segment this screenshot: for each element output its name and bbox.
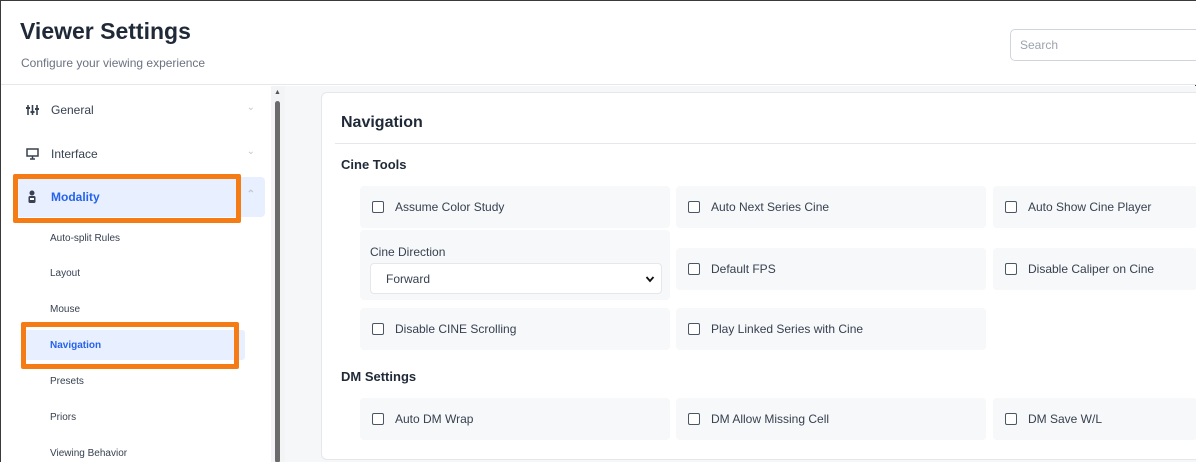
page-header: Viewer Settings Configure your viewing e… (1, 1, 1196, 85)
group-title-dm-settings: DM Settings (341, 369, 417, 384)
sidebar-subitem-viewing-behavior[interactable]: Viewing Behavior (23, 438, 245, 462)
setting-label: Disable CINE Scrolling (395, 322, 517, 336)
checkbox[interactable] (372, 201, 384, 213)
scroll-up-icon[interactable]: ▲ (274, 89, 281, 96)
chevron-down-icon: ⌄ (246, 146, 255, 157)
section-divider (335, 143, 1196, 144)
subitem-label: Layout (50, 267, 81, 279)
chevron-up-icon: ⌃ (246, 189, 255, 200)
sidebar-item-label: Modality (51, 190, 100, 204)
setting-cine-direction: Cine Direction Forward (360, 230, 670, 300)
sidebar-subitem-navigation[interactable]: Navigation (23, 330, 245, 360)
setting-play-linked-series-with-cine[interactable]: Play Linked Series with Cine (676, 308, 986, 350)
setting-dm-save-wl[interactable]: DM Save W/L (993, 398, 1196, 440)
chevron-down-icon: ⌄ (246, 102, 255, 113)
section-title: Navigation (341, 114, 423, 131)
subitem-label: Auto-split Rules (50, 232, 121, 244)
checkbox[interactable] (688, 201, 700, 213)
sidebar-item-label: Interface (51, 147, 98, 161)
sidebar-item-label: General (51, 103, 94, 117)
monitor-icon (25, 147, 39, 161)
setting-default-fps[interactable]: Default FPS (676, 248, 986, 290)
checkbox[interactable] (372, 413, 384, 425)
setting-auto-show-cine-player[interactable]: Auto Show Cine Player (993, 186, 1196, 228)
setting-label: Auto DM Wrap (395, 412, 474, 426)
setting-disable-caliper-on-cine[interactable]: Disable Caliper on Cine (993, 248, 1196, 290)
sliders-icon (25, 103, 39, 117)
setting-label: DM Allow Missing Cell (711, 412, 830, 426)
setting-assume-color-study[interactable]: Assume Color Study (360, 186, 670, 228)
checkbox[interactable] (1005, 263, 1017, 275)
sidebar-item-modality[interactable]: Modality ⌃ (15, 177, 265, 217)
subitem-label: Priors (50, 411, 77, 423)
checkbox[interactable] (688, 263, 700, 275)
cine-direction-label: Cine Direction (370, 245, 446, 259)
setting-auto-next-series-cine[interactable]: Auto Next Series Cine (676, 186, 986, 228)
subitem-label: Presets (50, 375, 84, 387)
setting-label: DM Save W/L (1028, 412, 1103, 426)
checkbox[interactable] (1005, 413, 1017, 425)
page-title: Viewer Settings (20, 18, 191, 44)
setting-label: Play Linked Series with Cine (711, 322, 864, 336)
sidebar-item-general[interactable]: General ⌄ (15, 90, 265, 130)
checkbox[interactable] (1005, 201, 1017, 213)
setting-disable-cine-scrolling[interactable]: Disable CINE Scrolling (360, 308, 670, 350)
modality-icon (25, 190, 39, 204)
setting-label: Auto Show Cine Player (1028, 200, 1152, 214)
setting-label: Disable Caliper on Cine (1028, 262, 1155, 276)
sidebar-subitem-priors[interactable]: Priors (23, 402, 245, 432)
setting-auto-dm-wrap[interactable]: Auto DM Wrap (360, 398, 670, 440)
page-subtitle: Configure your viewing experience (21, 56, 206, 70)
sidebar-subitem-auto-split-rules[interactable]: Auto-split Rules (23, 223, 245, 253)
select-value: Forward (386, 271, 431, 286)
sidebar-item-interface[interactable]: Interface ⌄ (15, 134, 265, 174)
sidebar-subitem-mouse[interactable]: Mouse (23, 294, 245, 324)
checkbox[interactable] (688, 323, 700, 335)
setting-label: Default FPS (711, 262, 776, 276)
setting-label: Auto Next Series Cine (711, 200, 830, 214)
setting-dm-allow-missing-cell[interactable]: DM Allow Missing Cell (676, 398, 986, 440)
setting-label: Assume Color Study (395, 200, 505, 214)
subitem-label: Viewing Behavior (50, 447, 128, 459)
group-title-cine-tools: Cine Tools (341, 157, 407, 172)
cine-direction-select[interactable]: Forward (370, 263, 662, 294)
sidebar-subitem-presets[interactable]: Presets (23, 366, 245, 396)
subitem-label: Navigation (50, 339, 102, 351)
checkbox[interactable] (372, 323, 384, 335)
search-input[interactable] (1010, 29, 1196, 61)
sidebar-subitem-layout[interactable]: Layout (23, 258, 245, 288)
chevron-down-icon (645, 273, 655, 283)
subitem-label: Mouse (50, 303, 81, 315)
checkbox[interactable] (688, 413, 700, 425)
scrollbar-thumb[interactable] (275, 101, 280, 462)
